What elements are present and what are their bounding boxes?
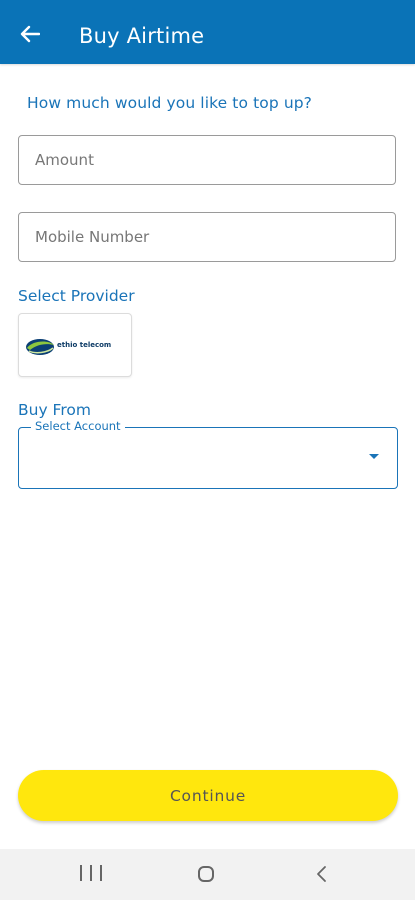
system-nav-bar <box>0 849 415 900</box>
provider-card-ethio-telecom[interactable]: ethio telecom <box>18 313 132 377</box>
buy-from-label: Buy From <box>18 401 91 419</box>
buy-airtime-screen: Buy Airtime How much would you like to t… <box>0 0 415 900</box>
mobile-number-input[interactable] <box>35 213 375 261</box>
amount-field[interactable] <box>18 135 396 185</box>
recents-icon[interactable] <box>80 865 102 883</box>
app-bar: Buy Airtime <box>0 0 415 64</box>
provider-name: ethio telecom <box>57 341 112 349</box>
back-chevron-icon[interactable] <box>312 864 332 884</box>
arrow-left-icon <box>20 25 40 43</box>
select-account-label: Select Account <box>31 419 125 433</box>
page-title: Buy Airtime <box>79 24 205 48</box>
amount-input[interactable] <box>35 136 375 184</box>
back-button[interactable] <box>10 14 50 54</box>
continue-button[interactable]: Continue <box>18 770 398 821</box>
mobile-number-field[interactable] <box>18 212 396 262</box>
top-up-prompt: How much would you like to top up? <box>27 94 313 112</box>
account-select[interactable]: Select Account <box>18 419 398 489</box>
ethio-telecom-logo: ethio telecom <box>25 335 125 359</box>
home-icon[interactable] <box>198 866 214 882</box>
chevron-down-icon <box>369 454 379 459</box>
select-provider-label: Select Provider <box>18 287 135 305</box>
